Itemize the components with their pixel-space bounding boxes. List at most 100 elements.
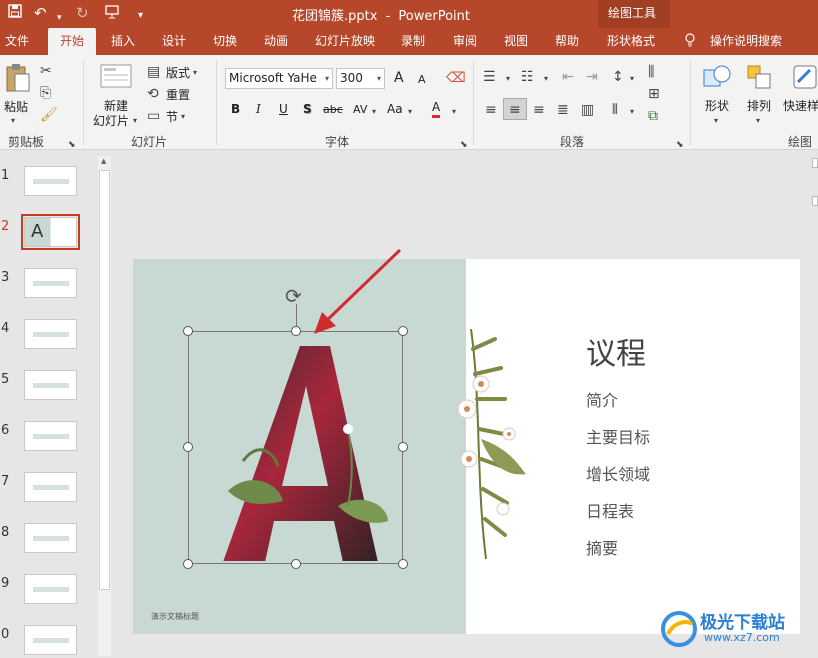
new-slide-label-2[interactable]: 幻灯片 [93,112,129,129]
agenda-item[interactable]: 简介 [586,387,618,411]
tab-review[interactable]: 审阅 [453,33,477,49]
resize-handle-s[interactable] [291,559,301,569]
agenda-item[interactable]: 摘要 [586,535,618,559]
italic-button[interactable]: I [256,102,261,116]
align-center-icon[interactable]: ≡ [509,102,521,118]
slide-thumbnail[interactable] [24,268,77,298]
align-text-icon[interactable]: ⊞ [648,86,660,102]
save-icon[interactable] [8,4,22,22]
resize-handle-se[interactable] [398,559,408,569]
present-from-start-icon[interactable] [104,4,120,24]
resize-handle-nw[interactable] [183,326,193,336]
redo-icon[interactable]: ↻ [76,4,89,22]
tab-record[interactable]: 录制 [401,33,425,49]
bullets-icon[interactable]: ☰ [483,69,496,85]
tab-home[interactable]: 开始 [48,28,96,55]
tab-transitions[interactable]: 切换 [213,33,237,49]
decrease-indent-icon[interactable]: ⇤ [562,69,574,85]
agenda-item[interactable]: 日程表 [586,498,634,522]
paste-label[interactable]: 粘贴 [4,98,28,115]
font-color-button[interactable]: A [432,100,441,118]
scroll-up-icon[interactable]: ▲ [101,157,106,165]
strikethrough-button[interactable]: abc [323,103,343,116]
paste-icon[interactable] [4,63,32,98]
shadow-button[interactable]: S [303,102,312,116]
section-button[interactable]: 节 [166,108,178,125]
quick-styles-icon[interactable] [792,64,818,95]
slide-thumbnail[interactable] [24,523,77,553]
align-left-icon[interactable]: ≡ [485,102,497,118]
change-case-button[interactable]: Aa [387,102,403,116]
agenda-item[interactable]: 主要目标 [586,424,650,448]
new-slide-dropdown-icon[interactable]: ▾ [133,113,137,129]
resize-handle-w[interactable] [183,442,193,452]
cut-icon[interactable]: ✂ [40,63,52,79]
columns-icon[interactable]: ⫴ [612,102,618,118]
line-spacing-dropdown-icon[interactable]: ▾ [630,71,634,87]
shrink-font-icon[interactable]: A [418,73,426,86]
scrollbar-thumb[interactable] [99,170,110,590]
selection-box[interactable] [188,331,403,564]
tab-help[interactable]: 帮助 [555,33,579,49]
slide-thumbnail[interactable] [24,625,77,655]
distribute-icon[interactable]: ▥ [581,102,594,118]
section-dropdown-icon[interactable]: ▾ [181,109,185,125]
numbering-icon[interactable]: ☷ [521,69,534,85]
grow-font-icon[interactable]: A [394,70,404,86]
shapes-icon[interactable] [702,64,732,95]
resize-handle-sw[interactable] [183,559,193,569]
slide-thumbnail[interactable] [24,472,77,502]
align-right-icon[interactable]: ≡ [533,102,545,118]
section-icon[interactable]: ▭ [147,108,160,124]
slide-thumbnail[interactable] [24,421,77,451]
tab-insert[interactable]: 插入 [111,33,135,49]
resize-handle-e[interactable] [398,442,408,452]
font-size-select[interactable]: 300 ▾ [336,68,385,89]
arrange-icon[interactable] [746,64,774,95]
reset-icon[interactable]: ⟲ [147,86,159,102]
reset-button[interactable]: 重置 [166,86,190,103]
tab-animations[interactable]: 动画 [264,33,288,49]
tab-slideshow[interactable]: 幻灯片放映 [315,33,375,49]
agenda-heading[interactable]: 议程 [586,329,646,373]
tell-me-search[interactable]: 操作说明搜索 [710,33,782,49]
bullets-dropdown-icon[interactable]: ▾ [506,71,510,87]
shapes-dropdown-icon[interactable]: ▾ [714,113,718,129]
bold-button[interactable]: B [231,102,240,116]
tab-shape-format[interactable]: 形状格式 [607,33,655,49]
slide-thumbnail[interactable] [24,574,77,604]
arrange-label[interactable]: 排列 [747,97,771,114]
justify-icon[interactable]: ≣ [557,102,569,118]
format-painter-icon[interactable]: 🖌 [40,107,58,123]
font-color-dropdown-icon[interactable]: ▾ [452,104,456,120]
undo-icon[interactable]: ↶ [34,4,47,22]
change-case-dropdown-icon[interactable]: ▾ [408,104,412,120]
new-slide-icon[interactable] [100,64,132,93]
slide-thumbnail[interactable] [24,319,77,349]
undo-dropdown-icon[interactable]: ▾ [57,9,62,27]
tab-view[interactable]: 视图 [504,33,528,49]
layout-dropdown-icon[interactable]: ▾ [193,65,197,81]
shapes-label[interactable]: 形状 [705,97,729,114]
text-direction-icon[interactable]: ⫼ [648,64,654,80]
arrange-dropdown-icon[interactable]: ▾ [756,113,760,129]
slide-thumbnail[interactable] [24,166,77,196]
slide-footer[interactable]: 演示文稿标题 [151,611,199,622]
right-scrollbar-top[interactable] [812,158,818,168]
numbering-dropdown-icon[interactable]: ▾ [544,71,548,87]
slide-thumbnail[interactable]: A [21,214,80,250]
paste-dropdown-icon[interactable]: ▾ [11,113,15,129]
right-scrollbar-marker[interactable] [812,196,818,206]
underline-button[interactable]: U [279,102,288,116]
tab-file[interactable]: 文件 [5,33,29,49]
copy-icon[interactable]: ⎘ [40,85,51,101]
clear-format-icon[interactable]: ⌫ [446,70,466,86]
layout-icon[interactable]: ▤ [147,64,160,80]
line-spacing-icon[interactable]: ↕ [612,69,624,85]
font-name-select[interactable]: Microsoft YaHe ▾ [225,68,333,89]
columns-dropdown-icon[interactable]: ▾ [630,104,634,120]
layout-button[interactable]: 版式 [166,64,190,81]
convert-smartart-icon[interactable]: ⧉ [648,108,658,124]
char-spacing-dropdown-icon[interactable]: ▾ [372,104,376,120]
customize-qat-icon[interactable]: ▾ [138,7,143,25]
